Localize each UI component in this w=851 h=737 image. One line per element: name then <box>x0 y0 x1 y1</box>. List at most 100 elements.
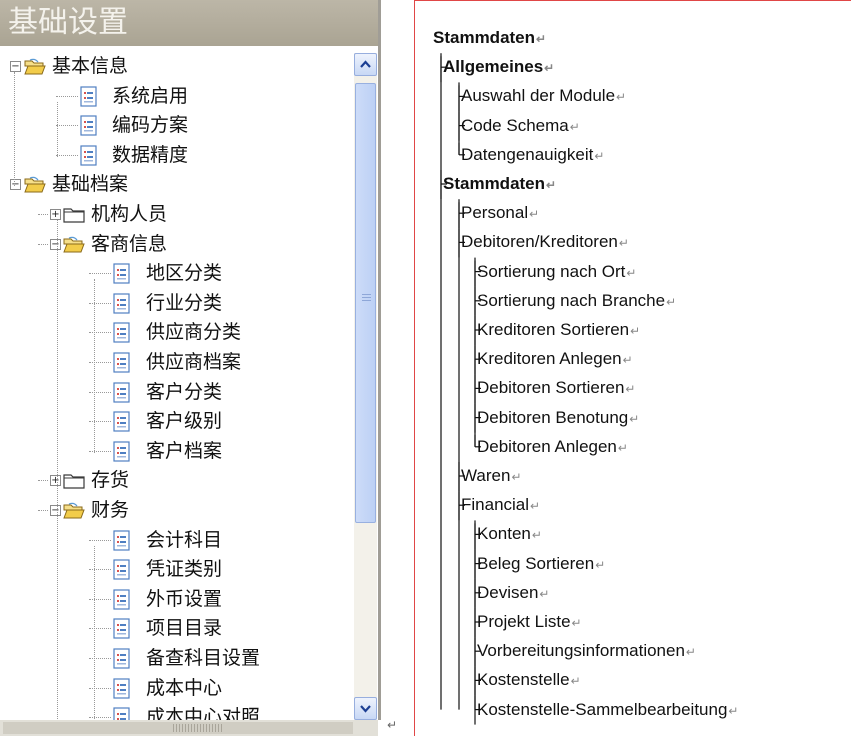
outline-item-text: Waren <box>461 466 511 485</box>
collapse-icon[interactable]: − <box>10 61 21 72</box>
paragraph-mark: ↵ <box>544 61 555 76</box>
outline-item: Debitoren Sortieren↵ <box>477 377 635 400</box>
outline-item-text: Personal <box>461 203 529 223</box>
tree-item-label: 凭证类别 <box>146 558 223 581</box>
horizontal-scrollbar[interactable] <box>0 720 378 736</box>
tree-connector <box>89 332 111 334</box>
tree-item-label: 会计科目 <box>146 528 223 551</box>
paragraph-mark: ↵ <box>569 119 580 134</box>
settings-tree: − 基本信息系统启用编码方案数据精度 − 基础档案 + 机构人员 − 客商信息 地区分类行业分类… <box>0 50 352 728</box>
paragraph-mark: ↵ <box>685 645 696 660</box>
tree-item-label: 外币设置 <box>146 587 223 610</box>
outline-item-text: Devisen <box>477 582 539 602</box>
tree-connector <box>89 717 111 719</box>
collapse-icon[interactable]: − <box>50 238 61 250</box>
outline-item-text: Code Schema <box>461 115 569 135</box>
paragraph-mark: ↵ <box>546 178 557 192</box>
tree-item[interactable]: 行业分类 <box>0 289 350 318</box>
tree-item-label: 客户级别 <box>146 410 223 433</box>
paragraph-mark: ↵ <box>531 528 542 543</box>
paragraph-mark: ↵ <box>595 557 606 572</box>
tree-connector <box>56 154 78 156</box>
tree-item-label: 基础档案 <box>52 173 129 196</box>
panel-divider[interactable] <box>378 0 381 720</box>
outline-item-text: Projekt Liste <box>477 612 571 631</box>
outline-item: Auswahl der Module↵ <box>461 85 626 108</box>
tree-connector <box>38 480 48 482</box>
outline-item-text: Stammdaten <box>433 28 536 47</box>
tree-connector <box>89 569 111 571</box>
tree-item[interactable]: 编码方案 <box>0 111 350 140</box>
tree-connector <box>89 450 111 452</box>
tree-item[interactable]: 地区分类 <box>0 259 350 288</box>
tree-item-label: 系统启用 <box>112 84 189 107</box>
tree-item[interactable]: 会计科目 <box>0 526 350 555</box>
tree-item[interactable]: 数据精度 <box>0 141 350 170</box>
paragraph-mark: ↵ <box>625 382 636 397</box>
tree-folder[interactable]: − 基本信息 <box>0 52 350 81</box>
scrollbar-thumb[interactable] <box>355 83 376 523</box>
tree-connector <box>57 220 58 720</box>
tree-item[interactable]: 备查科目设置 <box>0 644 350 673</box>
outline-item-text: Financial <box>461 495 530 515</box>
tree-item-label: 成本中心 <box>146 676 223 699</box>
tree-item[interactable]: 客户分类 <box>0 378 350 407</box>
panel-title: 基础设置 <box>0 0 378 46</box>
outline-item: Vorbereitungsinformationen↵ <box>477 640 696 663</box>
outline-item-text: Datengenauigkeit <box>461 144 594 164</box>
tree-folder[interactable]: − 财务 <box>0 496 350 525</box>
arrow-up-icon[interactable] <box>354 53 377 76</box>
tree-item[interactable]: 供应商档案 <box>0 348 350 377</box>
tree-folder[interactable]: + 机构人员 <box>0 200 350 229</box>
tree-item[interactable]: 供应商分类 <box>0 318 350 347</box>
expand-icon[interactable]: + <box>50 209 61 220</box>
tree-item[interactable]: 客户级别 <box>0 407 350 436</box>
outline-item: Sortierung nach Branche↵ <box>477 290 676 313</box>
tree-folder[interactable]: − 客商信息 <box>0 230 350 259</box>
tree-connector <box>89 539 111 541</box>
collapse-icon[interactable]: − <box>50 505 61 516</box>
arrow-down-icon[interactable] <box>354 697 377 720</box>
tree-connector <box>89 658 111 659</box>
outline-item: Allgemeines↵ <box>443 56 554 79</box>
grip-icon <box>173 724 223 732</box>
tree-connector <box>38 214 48 215</box>
tree-item-label: 行业分类 <box>146 291 223 314</box>
tree-item-label: 数据精度 <box>112 143 189 166</box>
outline-item-text: Vorbereitungsinformationen <box>477 641 685 661</box>
collapse-icon[interactable]: − <box>10 179 21 191</box>
outline-item-text: Auswahl der Module <box>461 86 616 106</box>
tree-item-label: 客户档案 <box>146 439 223 462</box>
tree-item-label: 供应商分类 <box>146 321 242 344</box>
tree-item[interactable]: 项目目录 <box>0 614 350 643</box>
tree-item[interactable]: 系统启用 <box>0 82 350 111</box>
tree-connector <box>89 421 111 423</box>
tree-item[interactable]: 外币设置 <box>0 585 350 614</box>
tree-item-label: 财务 <box>91 499 130 521</box>
paragraph-mark: ↵ <box>571 616 582 630</box>
outline-item-text: Debitoren Sortieren <box>477 378 625 398</box>
outline-item-text: Debitoren Anlegen <box>477 436 617 456</box>
outline-item-text: Stammdaten <box>443 174 546 193</box>
outline-item: Kostenstelle-Sammelbearbeitung↵ <box>477 699 738 722</box>
tree-folder[interactable]: − 基础档案 <box>0 170 350 199</box>
expand-icon[interactable]: + <box>50 475 61 487</box>
vertical-scrollbar[interactable] <box>354 53 377 720</box>
tree-item[interactable]: 客户档案 <box>0 437 350 466</box>
outline-item: Projekt Liste↵ <box>477 611 582 634</box>
tree-folder[interactable]: + 存货 <box>0 466 350 495</box>
paragraph-mark: ↵ <box>387 718 398 732</box>
horizontal-scrollbar-thumb[interactable] <box>3 722 353 734</box>
tree-connector <box>56 125 78 127</box>
outline-item: Debitoren Anlegen↵ <box>477 436 628 459</box>
tree-connector <box>94 279 95 453</box>
outline-item: Beleg Sortieren↵ <box>477 553 605 576</box>
tree-item[interactable]: 成本中心 <box>0 674 350 703</box>
outline-item-text: Konten <box>477 524 531 544</box>
outline-item: Personal↵ <box>461 202 539 225</box>
tree-item-label: 编码方案 <box>112 114 189 137</box>
tree-connector <box>89 362 111 363</box>
outline-item: Konten↵ <box>477 523 542 546</box>
paragraph-mark: ↵ <box>529 207 540 222</box>
tree-item[interactable]: 凭证类别 <box>0 555 350 584</box>
